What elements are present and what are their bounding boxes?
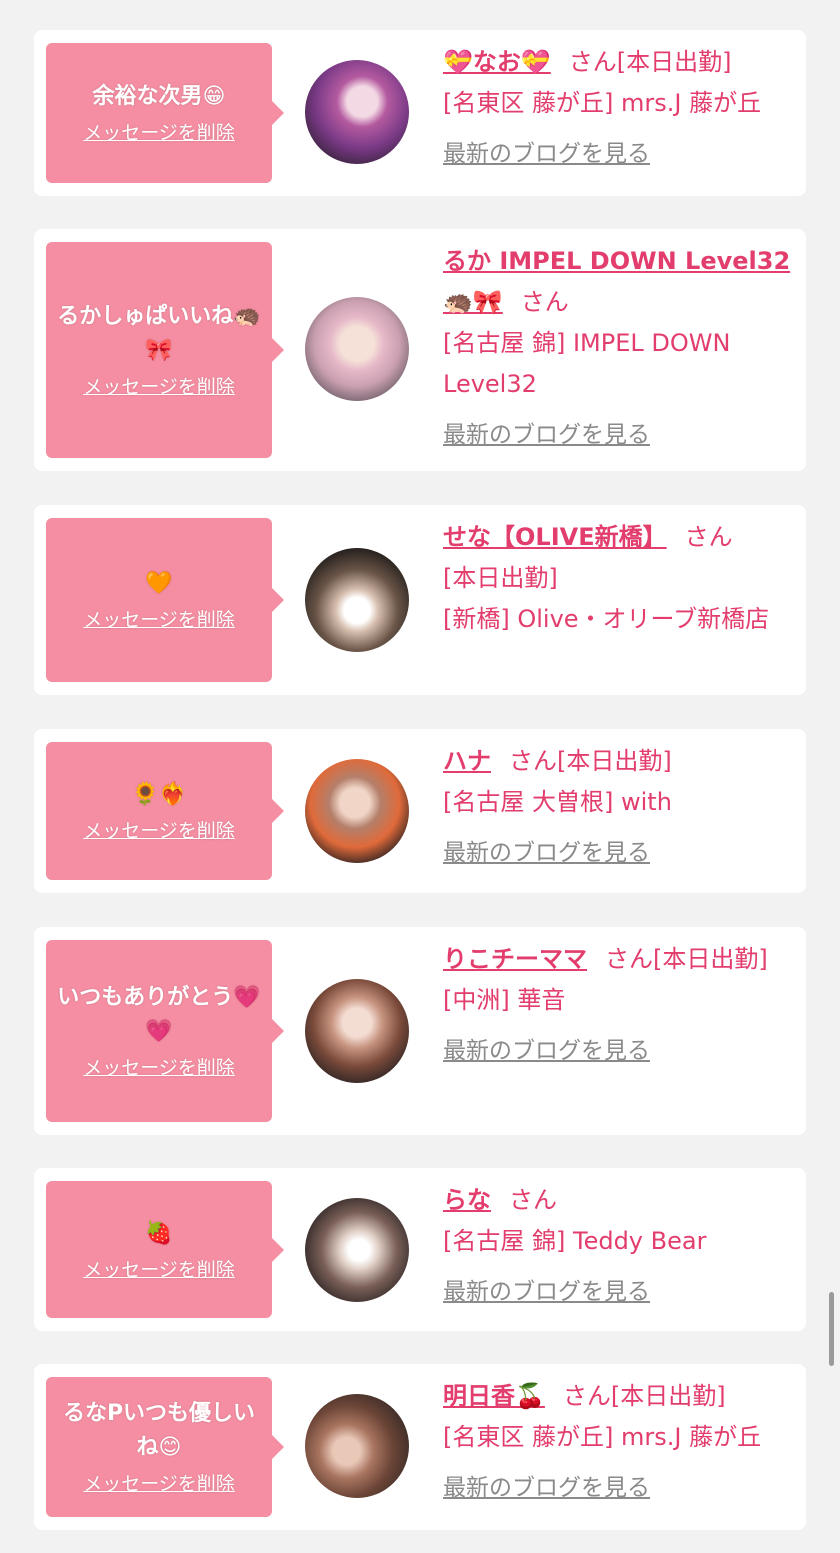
attendance-status: [本日出勤]: [616, 48, 732, 76]
avatar[interactable]: [305, 548, 409, 652]
attendance-status: [本日出勤]: [610, 1382, 726, 1410]
delete-message-link[interactable]: メッセージを削除: [83, 374, 235, 400]
avatar[interactable]: [305, 1394, 409, 1498]
cast-name-link[interactable]: らな: [443, 1186, 491, 1214]
message-text: 🌻❤️‍🔥: [131, 782, 187, 807]
message-card: 🧡 メッセージを削除 せな【OLIVE新橋】 さん [本日出勤] [新橋] Oli…: [34, 505, 806, 695]
message-card: 🌻❤️‍🔥 メッセージを削除 ハナ さん[本日出勤] [名古屋 大曽根] with…: [34, 729, 806, 893]
cast-name-link[interactable]: るか IMPEL DOWN Level32🦔🎀: [443, 247, 790, 316]
attendance-status: [本日出勤]: [557, 747, 672, 775]
honorific: さん: [605, 945, 653, 973]
delete-message-link[interactable]: メッセージを削除: [83, 607, 235, 633]
message-bubble: いつもありがとう💗💗 メッセージを削除: [46, 940, 272, 1122]
avatar[interactable]: [305, 759, 409, 863]
delete-message-link[interactable]: メッセージを削除: [83, 1055, 235, 1081]
cast-name-link[interactable]: せな【OLIVE新橋】: [443, 523, 667, 551]
message-bubble: 🍓 メッセージを削除: [46, 1181, 272, 1318]
honorific: さん: [509, 747, 557, 775]
latest-blog-link[interactable]: 最新のブログを見る: [443, 1272, 795, 1313]
shop-info: [名東区 藤が丘] mrs.J 藤が丘: [443, 89, 762, 117]
delete-message-link[interactable]: メッセージを削除: [83, 1471, 235, 1497]
cast-info: せな【OLIVE新橋】 さん [本日出勤] [新橋] Olive・オリーブ新橋店: [443, 517, 795, 640]
avatar[interactable]: [305, 297, 409, 401]
cast-name-link[interactable]: りこチーママ: [443, 945, 587, 973]
cast-name-link[interactable]: 明日香🍒: [443, 1382, 545, 1410]
latest-blog-link[interactable]: 最新のブログを見る: [443, 1468, 795, 1509]
latest-blog-link[interactable]: 最新のブログを見る: [443, 134, 795, 175]
message-text: るかしゅぱいいね🦔🎀: [57, 304, 261, 363]
honorific: さん: [684, 523, 733, 551]
attendance-status: [本日出勤]: [653, 945, 768, 973]
delete-message-link[interactable]: メッセージを削除: [83, 120, 235, 146]
shop-info: [名古屋 錦] IMPEL DOWN Level32: [443, 329, 731, 398]
shop-info: [名古屋 大曽根] with: [443, 788, 672, 816]
honorific: さん: [509, 1186, 557, 1214]
cast-info: らな さん [名古屋 錦] Teddy Bear 最新のブログを見る: [443, 1180, 795, 1313]
honorific: さん: [562, 1382, 611, 1410]
honorific: さん: [520, 288, 569, 316]
shop-info: [名東区 藤が丘] mrs.J 藤が丘: [443, 1423, 762, 1451]
avatar[interactable]: [305, 979, 409, 1083]
attendance-status: [本日出勤]: [443, 564, 558, 592]
cast-info: りこチーママ さん[本日出勤] [中洲] 華音 最新のブログを見る: [443, 939, 795, 1072]
message-card: るかしゅぱいいね🦔🎀 メッセージを削除 るか IMPEL DOWN Level3…: [34, 229, 806, 471]
latest-blog-link[interactable]: 最新のブログを見る: [443, 833, 795, 874]
cast-info: 💝なお💝 さん[本日出勤] [名東区 藤が丘] mrs.J 藤が丘 最新のブログを…: [443, 42, 795, 175]
message-bubble: 余裕な次男😁 メッセージを削除: [46, 43, 272, 183]
message-card: るなPいつも優しいね😊 メッセージを削除 明日香🍒 さん[本日出勤] [名東区 藤…: [34, 1364, 806, 1530]
cast-info: 明日香🍒 さん[本日出勤] [名東区 藤が丘] mrs.J 藤が丘 最新のブログを…: [443, 1376, 795, 1509]
message-card: 余裕な次男😁 メッセージを削除 💝なお💝 さん[本日出勤] [名東区 藤が丘] m…: [34, 30, 806, 196]
avatar[interactable]: [305, 60, 409, 164]
message-bubble: るかしゅぱいいね🦔🎀 メッセージを削除: [46, 242, 272, 458]
cast-info: るか IMPEL DOWN Level32🦔🎀 さん [名古屋 錦] IMPEL …: [443, 241, 795, 456]
message-text: 🧡: [145, 571, 173, 596]
message-text: 🍓: [145, 1220, 173, 1246]
message-bubble: 🌻❤️‍🔥 メッセージを削除: [46, 742, 272, 880]
message-text: るなPいつも優しいね😊: [62, 1401, 256, 1460]
latest-blog-link[interactable]: 最新のブログを見る: [443, 1031, 795, 1072]
scrollbar[interactable]: [829, 1292, 834, 1366]
avatar[interactable]: [305, 1198, 409, 1302]
shop-info: [新橋] Olive・オリーブ新橋店: [443, 605, 770, 633]
latest-blog-link[interactable]: 最新のブログを見る: [443, 415, 795, 456]
message-text: いつもありがとう💗💗: [57, 985, 261, 1044]
delete-message-link[interactable]: メッセージを削除: [83, 1257, 235, 1283]
message-card: いつもありがとう💗💗 メッセージを削除 りこチーママ さん[本日出勤] [中洲] …: [34, 927, 806, 1135]
message-text: 余裕な次男😁: [92, 84, 226, 109]
delete-message-link[interactable]: メッセージを削除: [83, 818, 235, 844]
cast-name-link[interactable]: ハナ: [443, 747, 491, 775]
message-card: 🍓 メッセージを削除 らな さん [名古屋 錦] Teddy Bear 最新のブロ…: [34, 1168, 806, 1331]
message-bubble: るなPいつも優しいね😊 メッセージを削除: [46, 1377, 272, 1517]
honorific: さん: [568, 48, 617, 76]
shop-info: [名古屋 錦] Teddy Bear: [443, 1227, 707, 1255]
cast-name-link[interactable]: 💝なお💝: [443, 48, 551, 76]
shop-info: [中洲] 華音: [443, 986, 566, 1014]
cast-info: ハナ さん[本日出勤] [名古屋 大曽根] with 最新のブログを見る: [443, 741, 795, 874]
message-bubble: 🧡 メッセージを削除: [46, 518, 272, 682]
